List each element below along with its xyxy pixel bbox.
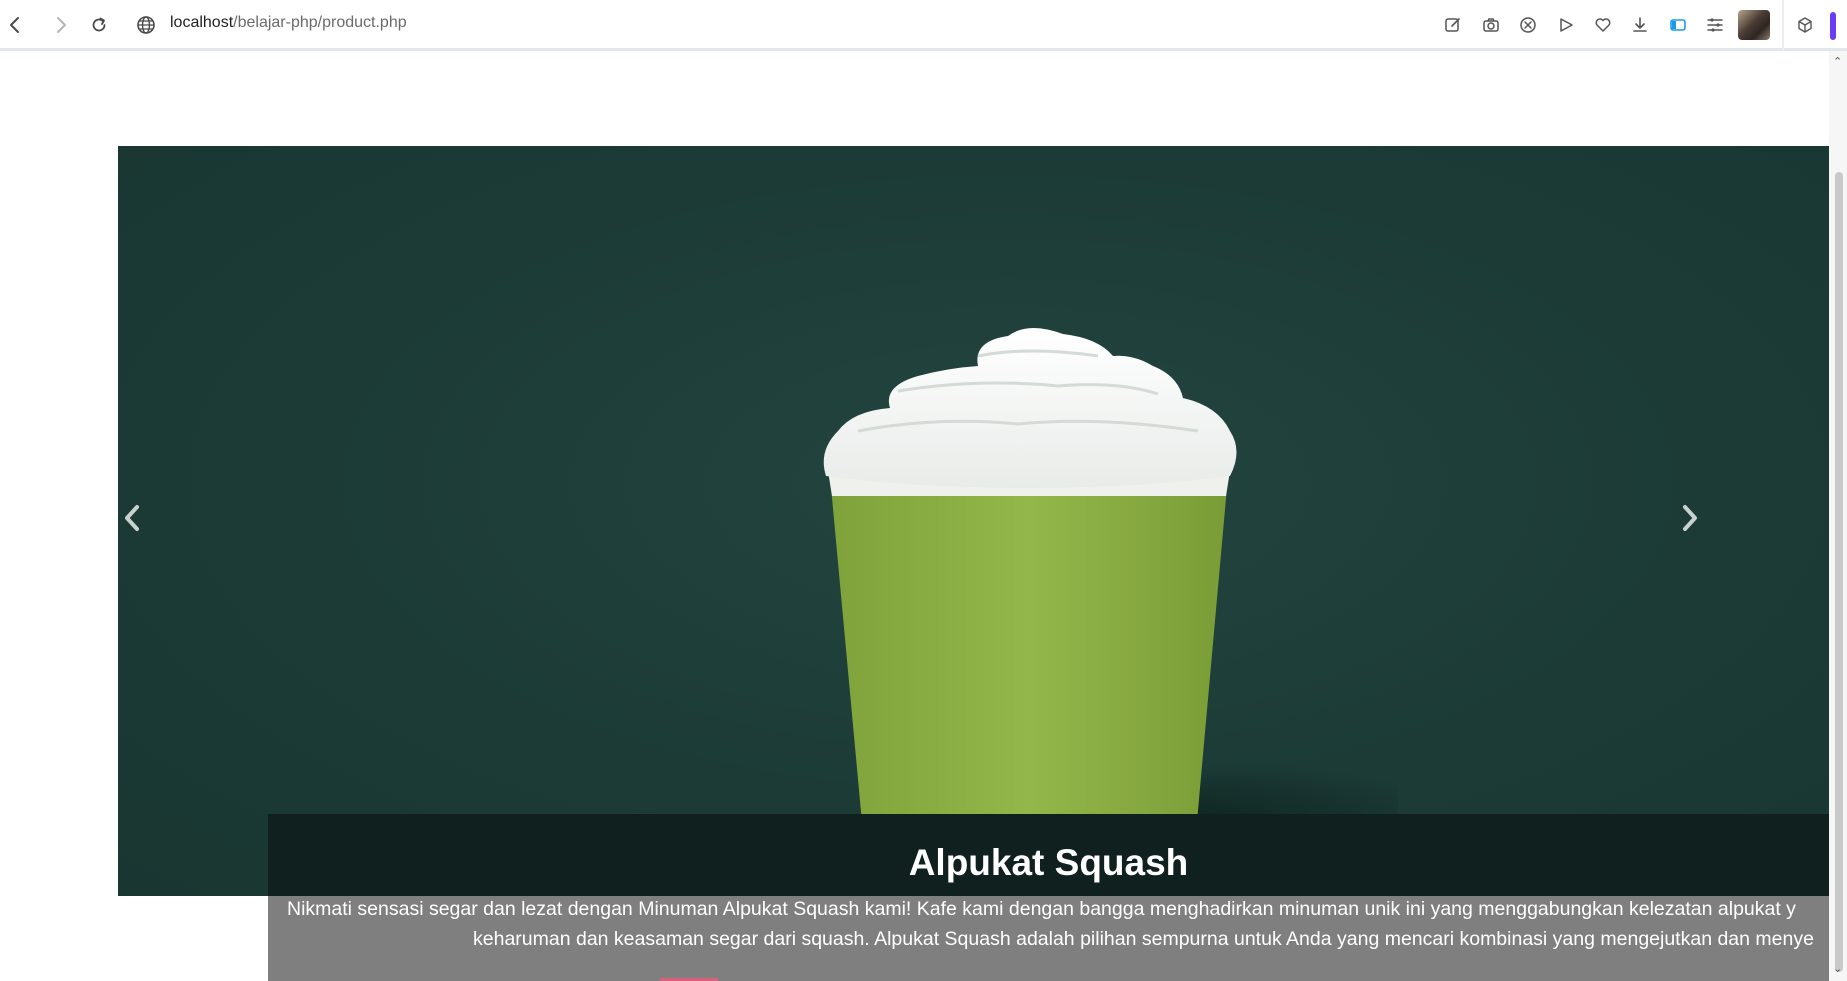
side-panel-handle[interactable] (1830, 12, 1836, 40)
slide-description-line-1: Nikmati sensasi segar dan lezat dengan M… (287, 898, 1796, 920)
sliders-icon[interactable] (1703, 13, 1727, 37)
close-circle-icon[interactable] (1516, 13, 1540, 37)
carousel-prev-button[interactable] (118, 498, 152, 538)
slide-description-line-2: keharuman dan keasaman segar dari squash… (473, 928, 1814, 950)
product-image (823, 327, 1398, 896)
browser-toolbar: localhost/belajar-php/product.php (0, 0, 1847, 51)
toolbar-divider (1782, 0, 1784, 51)
reload-icon (92, 17, 106, 32)
product-carousel (118, 146, 1829, 896)
slide-description: Nikmati sensasi segar dan lezat dengan M… (268, 894, 1829, 954)
reload-button[interactable] (86, 12, 112, 38)
heart-icon[interactable] (1591, 13, 1615, 37)
camera-icon[interactable] (1479, 13, 1503, 37)
globe-icon (137, 16, 155, 34)
chevron-right-icon (57, 17, 66, 33)
carousel-caption: Alpukat Squash Nikmati sensasi segar dan… (268, 814, 1829, 981)
sidebar-toggle-icon[interactable] (1666, 13, 1690, 37)
address-bar[interactable]: localhost/belajar-php/product.php (170, 14, 407, 32)
play-icon[interactable] (1554, 13, 1578, 37)
carousel-next-button[interactable] (1670, 498, 1710, 538)
back-button[interactable] (2, 12, 28, 38)
url-path: /belajar-php/product.php (233, 14, 407, 31)
url-host: localhost (170, 14, 234, 31)
cube-icon[interactable] (1793, 13, 1817, 37)
scroll-up-arrow-icon[interactable]: ⌃ (1833, 55, 1842, 68)
profile-avatar[interactable] (1738, 10, 1770, 40)
chevron-left-icon (125, 505, 139, 531)
forward-button[interactable] (48, 12, 74, 38)
chevron-right-icon (1683, 505, 1697, 531)
edit-icon[interactable] (1441, 13, 1465, 37)
download-icon[interactable] (1628, 13, 1652, 37)
slide-title: Alpukat Squash (908, 842, 1189, 883)
scroll-thumb[interactable] (1835, 172, 1843, 972)
scroll-down-arrow-icon[interactable]: ⌄ (1833, 962, 1842, 975)
chevron-left-icon (10, 17, 19, 33)
